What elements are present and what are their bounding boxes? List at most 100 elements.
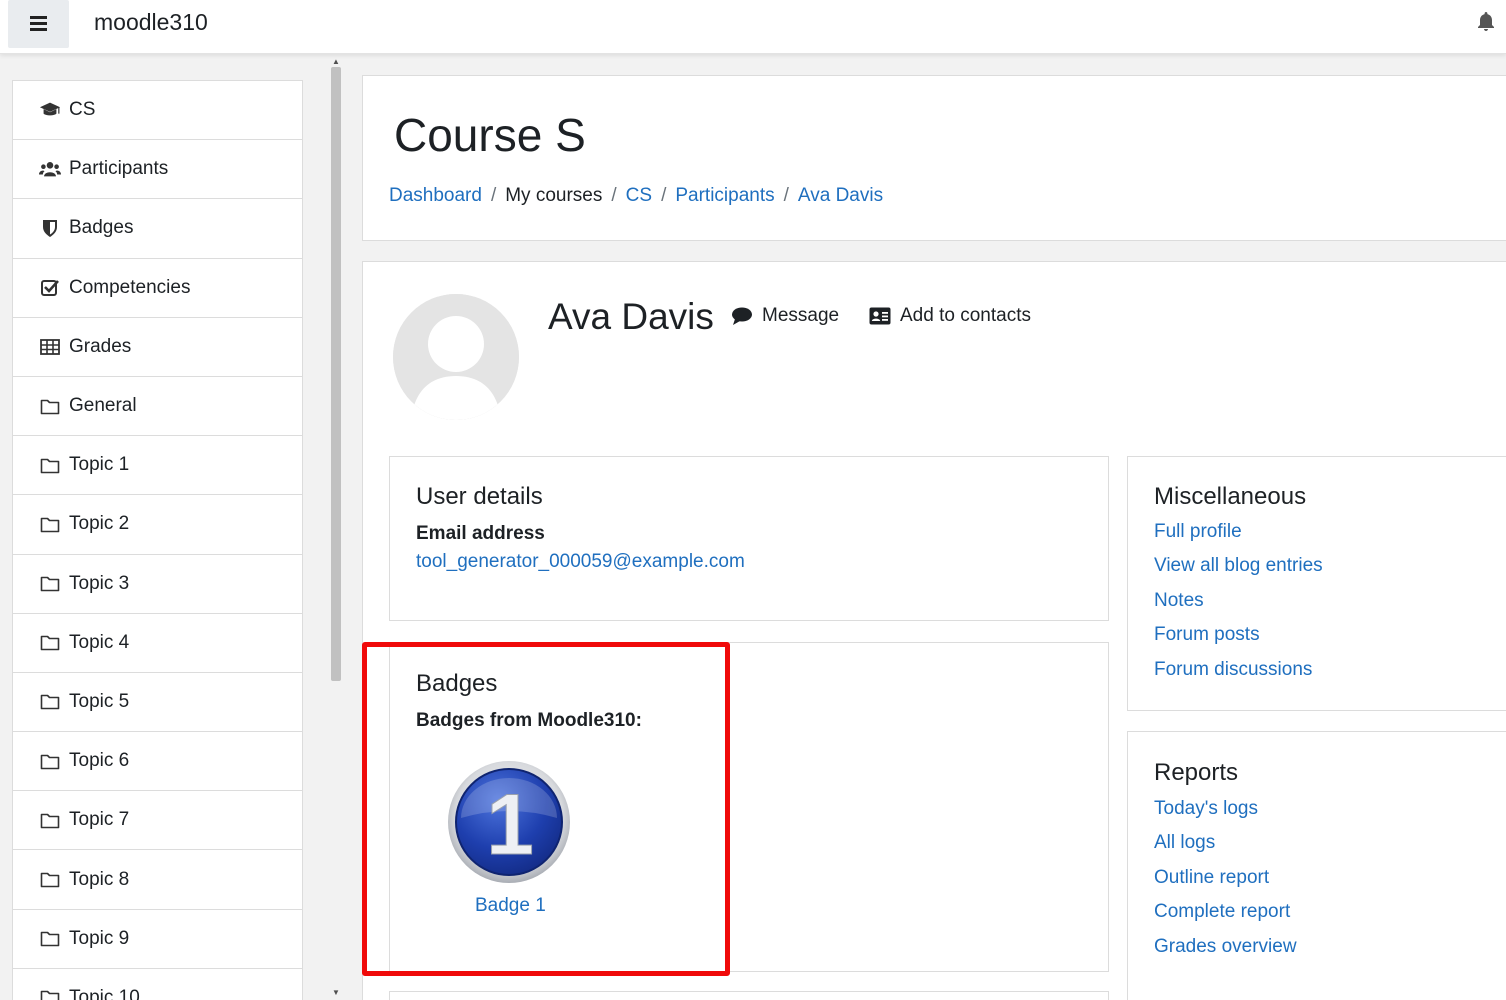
miscellaneous-links: Full profile View all blog entries Notes… [1154, 521, 1323, 693]
sidebar-item-topic-8[interactable]: Topic 8 [13, 850, 302, 910]
forum-posts-link[interactable]: Forum posts [1154, 624, 1260, 645]
folder-icon [39, 513, 61, 535]
reports-section: Reports Today's logs All logs Outline re… [1127, 731, 1506, 1000]
sidebar-item-label: Participants [69, 158, 169, 180]
breadcrumb-item[interactable]: Participants [675, 185, 774, 206]
badges-source-label: Badges from Moodle310: [416, 710, 642, 731]
sidebar-item-label: Topic 2 [69, 513, 130, 535]
sidebar-item-label: General [69, 395, 137, 417]
sidebar-item-topic-9[interactable]: Topic 9 [13, 910, 302, 969]
drawer-scrollbar-thumb[interactable] [331, 67, 341, 681]
add-to-contacts-button[interactable]: Add to contacts [869, 305, 1031, 327]
folder-icon [39, 928, 61, 950]
badge-image[interactable]: 1 [447, 760, 571, 884]
bell-icon[interactable] [1474, 10, 1500, 36]
sidebar-item-label: CS [69, 99, 96, 121]
folder-icon [39, 809, 61, 831]
breadcrumb-separator: / [661, 185, 667, 206]
sidebar-item-label: Topic 3 [69, 572, 130, 594]
badge-link[interactable]: Badge 1 [475, 895, 546, 917]
course-nav-list: CS Participants Badges Competencies Grades Ge… [12, 80, 303, 1000]
breadcrumb-item: My courses [505, 185, 603, 206]
shield-icon [39, 217, 61, 239]
top-navbar: moodle310 [0, 0, 1506, 54]
message-button[interactable]: Message [731, 305, 839, 327]
sidebar-item-label: Topic 4 [69, 631, 130, 653]
profile-region: Ava Davis Message Add to contacts User d… [362, 261, 1506, 1000]
graduation-cap-icon [39, 99, 61, 121]
users-icon [39, 158, 61, 180]
sidebar-item-topic-7[interactable]: Topic 7 [13, 791, 302, 851]
scroll-down-arrow-icon[interactable]: ▼ [330, 988, 342, 997]
folder-icon [39, 987, 61, 1000]
badges-heading: Badges [416, 670, 498, 697]
folder-icon [39, 869, 61, 891]
full-profile-link[interactable]: Full profile [1154, 521, 1242, 542]
chat-bubble-icon [732, 307, 752, 325]
email-link[interactable]: tool_generator_000059@example.com [416, 551, 745, 573]
sidebar-item-competencies[interactable]: Competencies [13, 259, 302, 318]
breadcrumb-separator: / [490, 185, 497, 206]
miscellaneous-section: Miscellaneous Full profile View all blog… [1127, 456, 1506, 711]
sidebar-item-label: Topic 6 [69, 750, 130, 772]
next-section [389, 991, 1109, 1000]
sidebar-item-label: Topic 7 [69, 809, 130, 831]
sidebar-item-label: Competencies [69, 276, 191, 298]
sidebar-item-topic-5[interactable]: Topic 5 [13, 673, 302, 733]
sidebar-item-label: Badges [69, 217, 134, 239]
sidebar-item-topic-10[interactable]: Topic 10 [13, 969, 302, 1000]
sidebar-item-cs[interactable]: CS [13, 81, 302, 141]
outline-report-link[interactable]: Outline report [1154, 867, 1269, 888]
scroll-up-arrow-icon[interactable]: ▲ [330, 57, 342, 66]
miscellaneous-heading: Miscellaneous [1154, 483, 1307, 510]
user-details-heading: User details [416, 483, 543, 510]
notes-link[interactable]: Notes [1154, 590, 1204, 611]
breadcrumb-separator: / [611, 185, 617, 206]
breadcrumb-separator: / [783, 185, 789, 206]
sidebar-item-topic-1[interactable]: Topic 1 [13, 436, 302, 496]
todays-logs-link[interactable]: Today's logs [1154, 798, 1258, 819]
sidebar-item-label: Topic 9 [69, 927, 130, 949]
grades-overview-link[interactable]: Grades overview [1154, 936, 1297, 957]
folder-icon [39, 750, 61, 772]
page-header: Course S Dashboard / My courses / CS / Partici… [362, 75, 1506, 241]
reports-links: Today's logs All logs Outline report Com… [1154, 798, 1297, 970]
sidebar-item-topic-4[interactable]: Topic 4 [13, 614, 302, 673]
nav-drawer: CS Participants Badges Competencies Grades Ge… [0, 55, 343, 1000]
sidebar-item-topic-6[interactable]: Topic 6 [13, 732, 302, 792]
sidebar-item-badges[interactable]: Badges [13, 199, 302, 259]
complete-report-link[interactable]: Complete report [1154, 901, 1290, 922]
breadcrumb-item[interactable]: Dashboard [389, 185, 482, 206]
add-to-contacts-label: Add to contacts [900, 305, 1031, 326]
check-square-icon [39, 277, 61, 299]
all-logs-link[interactable]: All logs [1154, 832, 1215, 853]
sidebar-item-topic-3[interactable]: Topic 3 [13, 555, 302, 614]
hamburger-icon[interactable] [8, 0, 69, 48]
sidebar-item-participants[interactable]: Participants [13, 140, 302, 200]
blog-entries-link[interactable]: View all blog entries [1154, 555, 1323, 576]
badges-section: Badges Badges from Moodle310: 1 Badge 1 [389, 642, 1109, 972]
address-card-icon [869, 307, 891, 325]
email-label: Email address [416, 523, 545, 544]
breadcrumb-item[interactable]: Ava Davis [798, 185, 883, 206]
breadcrumb-item[interactable]: CS [626, 185, 652, 206]
folder-icon [39, 395, 61, 417]
sidebar-item-grades[interactable]: Grades [13, 318, 302, 377]
sidebar-item-topic-2[interactable]: Topic 2 [13, 495, 302, 555]
user-details-section: User details Email address tool_generato… [389, 456, 1109, 621]
breadcrumb: Dashboard / My courses / CS / Participants / Ava… [389, 185, 883, 207]
sidebar-item-label: Topic 5 [69, 690, 130, 712]
reports-heading: Reports [1154, 759, 1239, 786]
sidebar-item-general[interactable]: General [13, 377, 302, 437]
forum-discussions-link[interactable]: Forum discussions [1154, 659, 1312, 680]
sidebar-item-label: Topic 1 [69, 454, 130, 476]
message-label: Message [762, 305, 840, 326]
folder-icon [39, 454, 61, 476]
sidebar-item-label: Grades [69, 335, 132, 357]
sidebar-item-label: Topic 10 [69, 986, 140, 1000]
page-title: Course S [394, 109, 586, 161]
site-name[interactable]: moodle310 [94, 9, 208, 36]
avatar [393, 294, 519, 420]
user-fullname: Ava Davis [548, 296, 714, 337]
folder-icon [39, 632, 61, 654]
